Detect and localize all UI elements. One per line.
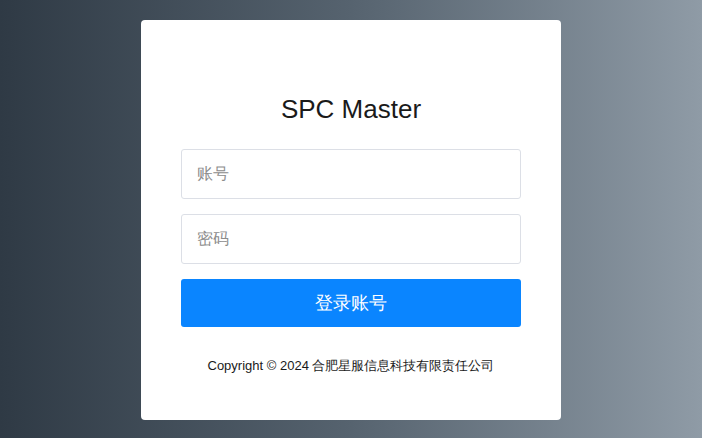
app-title: SPC Master bbox=[281, 93, 421, 125]
copyright-text: Copyright © 2024 合肥星服信息科技有限责任公司 bbox=[208, 357, 495, 375]
login-form: 登录账号 bbox=[181, 149, 521, 327]
password-input[interactable] bbox=[181, 214, 521, 264]
account-input[interactable] bbox=[181, 149, 521, 199]
login-page: SPC Master 登录账号 Copyright © 2024 合肥星服信息科技有… bbox=[0, 0, 702, 438]
login-button[interactable]: 登录账号 bbox=[181, 279, 521, 327]
login-card: SPC Master 登录账号 Copyright © 2024 合肥星服信息科技有… bbox=[141, 20, 561, 420]
